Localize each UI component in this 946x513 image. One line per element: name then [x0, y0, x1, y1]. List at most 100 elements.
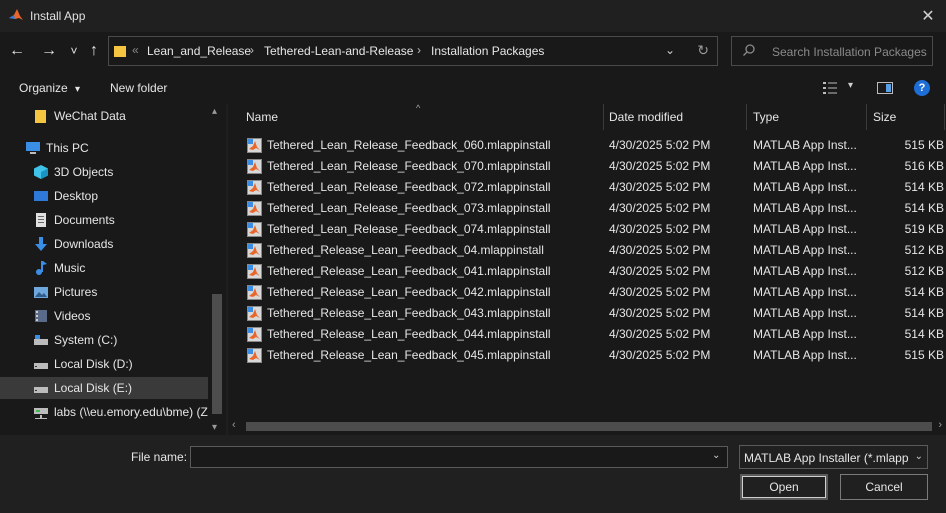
sidebar-item-label: 3D Objects — [54, 165, 114, 179]
organize-button[interactable]: Organize ▾ — [19, 81, 80, 95]
title-bar: Install App ✕ — [0, 0, 946, 32]
view-options-icon[interactable] — [822, 81, 838, 95]
new-folder-button[interactable]: New folder — [110, 81, 167, 95]
table-row[interactable]: Tethered_Lean_Release_Feedback_074.mlapp… — [228, 219, 946, 240]
mlappinstall-file-icon — [247, 243, 262, 258]
scroll-left-icon[interactable]: ‹ — [232, 419, 236, 431]
open-button[interactable]: Open — [740, 474, 828, 500]
table-row[interactable]: Tethered_Release_Lean_Feedback_045.mlapp… — [228, 345, 946, 366]
file-type-filter-value: MATLAB App Installer (*.mlapp — [744, 451, 909, 465]
file-name-cell: Tethered_Lean_Release_Feedback_072.mlapp… — [267, 180, 551, 194]
forward-arrow-icon[interactable]: → — [38, 40, 60, 62]
refresh-icon[interactable]: ↻ — [697, 42, 709, 59]
sidebar-scrollbar[interactable]: ▴ ▾ — [208, 104, 226, 435]
table-row[interactable]: Tethered_Release_Lean_Feedback_044.mlapp… — [228, 324, 946, 345]
breadcrumb-lean-and-release[interactable]: Lean_and_Release — [147, 44, 251, 58]
table-row[interactable]: Tethered_Lean_Release_Feedback_073.mlapp… — [228, 198, 946, 219]
sidebar-item-system-c[interactable]: System (C:) — [0, 329, 208, 351]
type-cell: MATLAB App Inst... — [753, 285, 857, 299]
column-header-size[interactable]: Size — [873, 104, 896, 130]
breadcrumb-separator-icon[interactable]: › — [250, 43, 254, 57]
mlappinstall-file-icon — [247, 285, 262, 300]
preview-pane-icon[interactable] — [877, 82, 893, 94]
size-cell: 514 KB — [904, 306, 944, 320]
sidebar-item-labs-network-drive[interactable]: labs (\\eu.emory.edu\bme) (Z — [0, 401, 208, 423]
help-icon[interactable]: ? — [914, 80, 930, 96]
search-box[interactable]: Search Installation Packages — [731, 36, 933, 66]
breadcrumb-separator-icon[interactable]: › — [417, 43, 421, 57]
table-row[interactable]: Tethered_Release_Lean_Feedback_042.mlapp… — [228, 282, 946, 303]
breadcrumb-tethered-lean-and-release[interactable]: Tethered-Lean-and-Release — [264, 44, 413, 58]
column-header-type[interactable]: Type — [753, 104, 779, 130]
back-arrow-icon[interactable]: ← — [6, 40, 28, 62]
close-icon[interactable]: ✕ — [910, 0, 946, 32]
scroll-down-icon[interactable]: ▾ — [212, 422, 217, 433]
up-arrow-icon[interactable]: ↑ — [83, 40, 105, 62]
sidebar-item-pictures[interactable]: Pictures — [0, 281, 208, 303]
computer-icon — [26, 142, 40, 154]
command-bar: Organize ▾ New folder ▾ ? — [0, 72, 946, 104]
size-cell: 514 KB — [904, 180, 944, 194]
table-row[interactable]: Tethered_Release_Lean_Feedback_043.mlapp… — [228, 303, 946, 324]
table-row[interactable]: Tethered_Lean_Release_Feedback_070.mlapp… — [228, 156, 946, 177]
breadcrumb-installation-packages[interactable]: Installation Packages — [431, 44, 544, 58]
address-bar[interactable]: « Lean_and_Release › Tethered-Lean-and-R… — [108, 36, 718, 66]
date-modified-cell: 4/30/2025 5:02 PM — [609, 285, 711, 299]
horizontal-scrollbar[interactable]: ‹ › — [228, 418, 946, 435]
table-row[interactable]: Tethered_Release_Lean_Feedback_041.mlapp… — [228, 261, 946, 282]
scroll-right-icon[interactable]: › — [938, 419, 942, 431]
navigation-pane: WeChat Data This PC 3D Objects Desktop D… — [0, 104, 226, 435]
sidebar-item-local-disk-e[interactable]: Local Disk (E:) — [0, 377, 208, 399]
sidebar-item-downloads[interactable]: Downloads — [0, 233, 208, 255]
sidebar-item-music[interactable]: Music — [0, 257, 208, 279]
table-row[interactable]: Tethered_Release_Lean_Feedback_04.mlappi… — [228, 240, 946, 261]
file-name-label: File name: — [131, 450, 188, 464]
window-title: Install App — [30, 9, 86, 23]
sidebar-item-label: Music — [54, 261, 86, 275]
column-divider[interactable] — [866, 104, 867, 130]
mlappinstall-file-icon — [247, 159, 262, 174]
sidebar-item-videos[interactable]: Videos — [0, 305, 208, 327]
date-modified-cell: 4/30/2025 5:02 PM — [609, 138, 711, 152]
date-modified-cell: 4/30/2025 5:02 PM — [609, 159, 711, 173]
column-divider[interactable] — [944, 104, 945, 130]
recent-locations-chevron-icon[interactable]: ˅ — [63, 40, 85, 62]
sidebar-item-label: System (C:) — [54, 333, 118, 347]
scroll-up-icon[interactable]: ▴ — [212, 106, 217, 117]
sidebar-item-wechat-data[interactable]: WeChat Data — [0, 105, 208, 127]
file-name-input[interactable] — [190, 446, 728, 468]
date-modified-cell: 4/30/2025 5:02 PM — [609, 348, 711, 362]
type-cell: MATLAB App Inst... — [753, 327, 857, 341]
sidebar-item-documents[interactable]: Documents — [0, 209, 208, 231]
cancel-button[interactable]: Cancel — [840, 474, 928, 500]
address-dropdown-icon[interactable]: ⌄ — [665, 43, 675, 57]
column-divider[interactable] — [746, 104, 747, 130]
search-placeholder: Search Installation Packages — [772, 45, 927, 59]
music-icon — [36, 261, 47, 275]
column-header-date-modified[interactable]: Date modified — [609, 104, 683, 130]
search-icon — [743, 44, 755, 56]
size-cell: 519 KB — [904, 222, 944, 236]
file-type-filter-select[interactable]: MATLAB App Installer (*.mlapp ⌄ — [739, 445, 928, 469]
breadcrumb-overflow-icon[interactable]: « — [132, 43, 139, 57]
folder-icon — [35, 110, 46, 123]
sidebar-item-this-pc[interactable]: This PC — [0, 137, 208, 159]
scrollbar-thumb[interactable] — [212, 294, 222, 414]
type-cell: MATLAB App Inst... — [753, 201, 857, 215]
table-row[interactable]: Tethered_Lean_Release_Feedback_060.mlapp… — [228, 135, 946, 156]
download-icon — [35, 237, 47, 251]
table-row[interactable]: Tethered_Lean_Release_Feedback_072.mlapp… — [228, 177, 946, 198]
column-header-name[interactable]: Name — [246, 104, 278, 130]
file-name-dropdown-icon[interactable]: ⌄ — [712, 450, 720, 461]
type-cell: MATLAB App Inst... — [753, 306, 857, 320]
sidebar-item-desktop[interactable]: Desktop — [0, 185, 208, 207]
sidebar-item-3d-objects[interactable]: 3D Objects — [0, 161, 208, 183]
size-cell: 514 KB — [904, 201, 944, 215]
column-divider[interactable] — [603, 104, 604, 130]
date-modified-cell: 4/30/2025 5:02 PM — [609, 180, 711, 194]
scrollbar-thumb[interactable] — [246, 422, 932, 431]
sidebar-item-label: This PC — [46, 141, 89, 155]
view-dropdown-icon[interactable]: ▾ — [848, 80, 853, 91]
sidebar-item-local-disk-d[interactable]: Local Disk (D:) — [0, 353, 208, 375]
file-name-cell: Tethered_Lean_Release_Feedback_060.mlapp… — [267, 138, 551, 152]
